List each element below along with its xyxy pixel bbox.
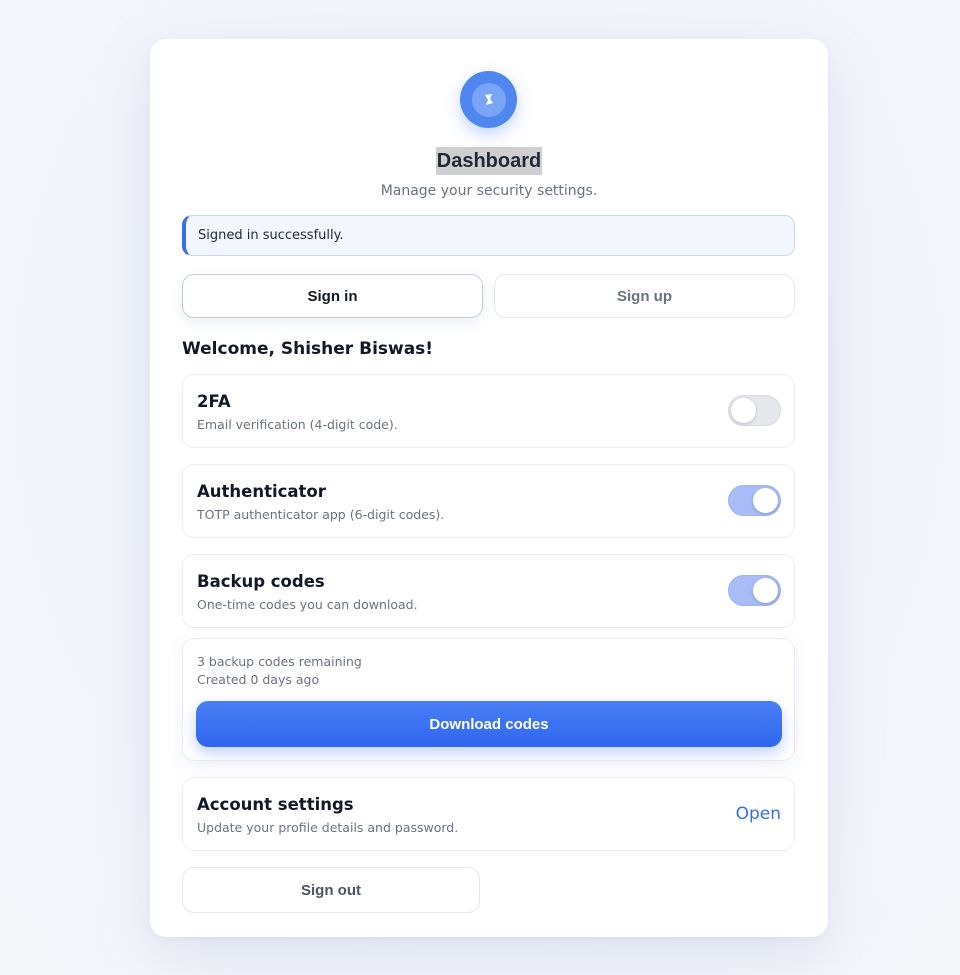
- tab-sign-in[interactable]: Sign in: [182, 274, 483, 318]
- backup-codes-created: Created 0 days ago: [197, 672, 320, 687]
- tab-sign-up[interactable]: Sign up: [494, 274, 795, 318]
- authenticator-row: Authenticator TOTP authenticator app (6-…: [182, 464, 795, 538]
- backup-codes-toggle[interactable]: [728, 575, 781, 606]
- authenticator-title: Authenticator: [197, 482, 326, 501]
- two-fa-toggle[interactable]: [728, 395, 781, 426]
- page-title: Dashboard: [435, 147, 543, 175]
- alert-message: Signed in successfully.: [198, 228, 344, 243]
- open-account-settings-link[interactable]: Open: [736, 804, 781, 824]
- backup-codes-panel: 3 backup codes remaining Created 0 days …: [182, 638, 795, 761]
- pin-icon: [471, 82, 506, 117]
- authenticator-toggle[interactable]: [728, 485, 781, 516]
- two-fa-title: 2FA: [197, 392, 231, 411]
- download-codes-button[interactable]: Download codes: [196, 701, 782, 747]
- app-logo: [460, 71, 517, 128]
- account-settings-row: Account settings Update your profile det…: [182, 777, 795, 851]
- dashboard-card: Dashboard Manage your security settings.…: [150, 39, 828, 937]
- backup-codes-description: One-time codes you can download.: [197, 597, 418, 612]
- authenticator-description: TOTP authenticator app (6-digit codes).: [197, 507, 445, 522]
- sign-out-label: Sign out: [301, 881, 361, 899]
- two-fa-description: Email verification (4-digit code).: [197, 417, 398, 432]
- tab-sign-up-label: Sign up: [617, 287, 672, 305]
- page-title-wrap: Dashboard: [150, 147, 828, 175]
- account-settings-description: Update your profile details and password…: [197, 820, 459, 835]
- account-settings-title: Account settings: [197, 795, 354, 814]
- backup-codes-title: Backup codes: [197, 572, 325, 591]
- page-subtitle: Manage your security settings.: [380, 183, 598, 199]
- toggle-knob: [753, 488, 778, 513]
- download-codes-label: Download codes: [429, 715, 549, 733]
- two-fa-row: 2FA Email verification (4-digit code).: [182, 374, 795, 448]
- toggle-knob: [731, 398, 756, 423]
- tab-sign-in-label: Sign in: [307, 287, 358, 305]
- sign-out-button[interactable]: Sign out: [182, 867, 480, 913]
- welcome-heading: Welcome, Shisher Biswas!: [182, 339, 434, 359]
- backup-codes-row: Backup codes One-time codes you can down…: [182, 554, 795, 628]
- success-alert: Signed in successfully.: [182, 215, 795, 256]
- backup-codes-remaining: 3 backup codes remaining: [197, 654, 362, 669]
- toggle-knob: [753, 578, 778, 603]
